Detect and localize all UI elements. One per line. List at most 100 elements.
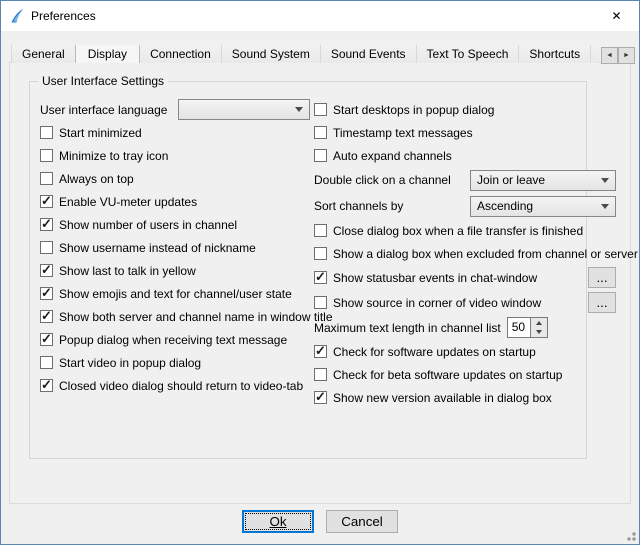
window-title: Preferences <box>31 9 96 23</box>
checkbox[interactable] <box>40 218 53 231</box>
max-text-length-row: Maximum text length in channel list 50 <box>314 315 616 340</box>
checkbox-row[interactable]: Start minimized <box>40 121 310 144</box>
max-text-length-label: Maximum text length in channel list <box>314 321 501 335</box>
spinner-buttons <box>531 317 548 338</box>
checkbox-label: Minimize to tray icon <box>59 149 168 163</box>
checkbox[interactable] <box>40 264 53 277</box>
tab-video[interactable]: Video <box>590 45 599 63</box>
checkbox-row[interactable]: Show both server and channel name in win… <box>40 305 310 328</box>
max-text-length-spinner[interactable]: 50 <box>507 317 548 338</box>
tab-general[interactable]: General <box>11 45 76 63</box>
checkbox[interactable] <box>40 356 53 369</box>
double-click-row: Double click on a channel Join or leave <box>314 167 616 193</box>
ok-button[interactable]: Ok <box>242 510 314 533</box>
sort-channels-dropdown[interactable]: Ascending <box>470 196 616 217</box>
tab-shortcuts[interactable]: Shortcuts <box>518 45 591 63</box>
double-click-value: Join or leave <box>477 173 545 187</box>
tab-sound-system[interactable]: Sound System <box>221 45 321 63</box>
right-column: Start desktops in popup dialog Timestamp… <box>314 98 616 409</box>
checkbox-label: Popup dialog when receiving text message <box>59 333 287 347</box>
video-source-more-button[interactable]: ... <box>588 292 616 313</box>
checkbox[interactable] <box>40 172 53 185</box>
checkbox-row[interactable]: Close dialog box when a file transfer is… <box>314 219 616 242</box>
tab-text-to-speech[interactable]: Text To Speech <box>416 45 520 63</box>
close-button[interactable]: ✕ <box>594 1 639 31</box>
checkbox[interactable] <box>314 296 327 309</box>
checkbox[interactable] <box>40 149 53 162</box>
checkbox[interactable] <box>314 149 327 162</box>
checkbox-row[interactable]: Check for software updates on startup <box>314 340 616 363</box>
checkbox-row[interactable]: Enable VU-meter updates <box>40 190 310 213</box>
preferences-dialog: Preferences ✕ General Display Connection… <box>0 0 640 545</box>
checkbox-row[interactable]: Minimize to tray icon <box>40 144 310 167</box>
checkbox-label: Always on top <box>59 172 134 186</box>
cancel-button[interactable]: Cancel <box>326 510 398 533</box>
checkbox-label: Show new version available in dialog box <box>333 391 552 405</box>
tab-scroll-left-icon[interactable]: ◄ <box>601 47 618 64</box>
checkbox[interactable] <box>40 126 53 139</box>
resize-grip-icon[interactable] <box>624 529 636 541</box>
tab-scroll-control: ◄ ► <box>601 47 635 64</box>
checkbox-row[interactable]: Show username instead of nickname <box>40 236 310 259</box>
checkbox-row[interactable]: Show last to talk in yellow <box>40 259 310 282</box>
video-source-row: Show source in corner of video window ..… <box>314 290 616 315</box>
checkbox-row[interactable]: Check for beta software updates on start… <box>314 363 616 386</box>
checkbox[interactable] <box>40 287 53 300</box>
checkbox[interactable] <box>40 195 53 208</box>
checkbox[interactable] <box>314 345 327 358</box>
statusbar-events-row: Show statusbar events in chat-window ... <box>314 265 616 290</box>
app-icon <box>9 8 25 24</box>
checkbox-row[interactable]: Closed video dialog should return to vid… <box>40 374 310 397</box>
spinner-up-icon[interactable] <box>531 318 547 328</box>
tab-scroll-right-icon[interactable]: ► <box>618 47 635 64</box>
group-title: User Interface Settings <box>38 74 168 88</box>
left-column: User interface language Start minimized … <box>40 98 310 397</box>
title-bar[interactable]: Preferences ✕ <box>1 1 639 31</box>
checkbox-label: Show emojis and text for channel/user st… <box>59 287 292 301</box>
spinner-down-icon[interactable] <box>531 328 547 338</box>
checkbox-row[interactable]: Start video in popup dialog <box>40 351 310 374</box>
checkbox[interactable] <box>314 247 327 260</box>
tab-connection[interactable]: Connection <box>139 45 222 63</box>
sort-channels-row: Sort channels by Ascending <box>314 193 616 219</box>
tab-display[interactable]: Display <box>75 45 140 63</box>
checkbox-row[interactable]: Always on top <box>40 167 310 190</box>
checkbox[interactable] <box>314 103 327 116</box>
checkbox-label: Close dialog box when a file transfer is… <box>333 224 583 238</box>
chevron-down-icon <box>295 107 303 112</box>
double-click-dropdown[interactable]: Join or leave <box>470 170 616 191</box>
language-dropdown[interactable] <box>178 99 310 120</box>
checkbox[interactable] <box>40 310 53 323</box>
tab-sound-events[interactable]: Sound Events <box>320 45 417 63</box>
checkbox[interactable] <box>314 391 327 404</box>
checkbox-label: Check for beta software updates on start… <box>333 368 562 382</box>
statusbar-events-more-button[interactable]: ... <box>588 267 616 288</box>
checkbox[interactable] <box>40 379 53 392</box>
checkbox[interactable] <box>314 126 327 139</box>
group-user-interface-settings: User Interface Settings User interface l… <box>29 81 587 459</box>
checkbox-label: Start minimized <box>59 126 142 140</box>
checkbox-row[interactable]: Timestamp text messages <box>314 121 616 144</box>
sort-channels-label: Sort channels by <box>314 199 403 213</box>
checkbox-row[interactable]: Show a dialog box when excluded from cha… <box>314 242 616 265</box>
checkbox-label: Closed video dialog should return to vid… <box>59 379 303 393</box>
checkbox-row[interactable]: Popup dialog when receiving text message <box>40 328 310 351</box>
checkbox-label: Show both server and channel name in win… <box>59 310 333 324</box>
button-row: Ok Cancel <box>1 510 639 533</box>
chevron-down-icon <box>601 204 609 209</box>
checkbox-row[interactable]: Auto expand channels <box>314 144 616 167</box>
checkbox-label: Show last to talk in yellow <box>59 264 196 278</box>
max-text-length-value[interactable]: 50 <box>507 317 531 338</box>
checkbox[interactable] <box>314 368 327 381</box>
checkbox[interactable] <box>314 224 327 237</box>
checkbox-row[interactable]: Show emojis and text for channel/user st… <box>40 282 310 305</box>
checkbox-row[interactable]: Start desktops in popup dialog <box>314 98 616 121</box>
checkbox-label: Timestamp text messages <box>333 126 473 140</box>
checkbox[interactable] <box>40 241 53 254</box>
checkbox-label: Show statusbar events in chat-window <box>333 271 537 285</box>
checkbox[interactable] <box>314 271 327 284</box>
checkbox-row[interactable]: Show new version available in dialog box <box>314 386 616 409</box>
checkbox[interactable] <box>40 333 53 346</box>
chevron-down-icon <box>601 178 609 183</box>
checkbox-row[interactable]: Show number of users in channel <box>40 213 310 236</box>
